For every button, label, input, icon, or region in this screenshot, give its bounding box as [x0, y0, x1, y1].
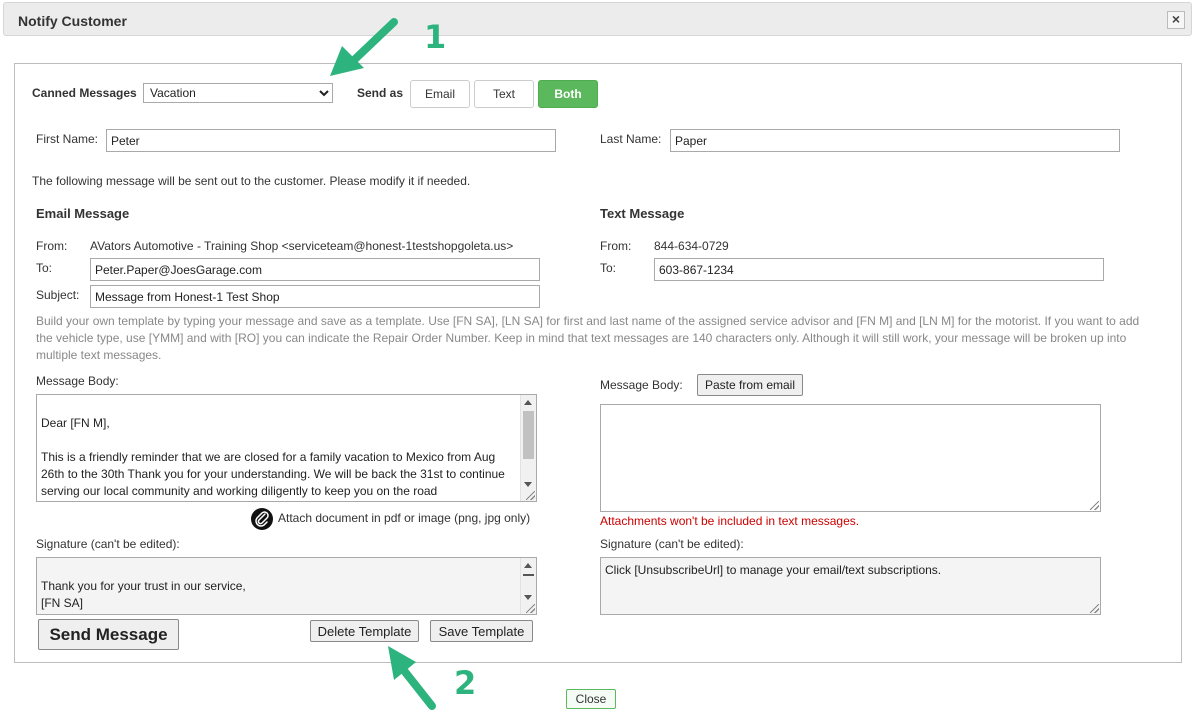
annotation-overlay: [330, 18, 436, 710]
arrow-1-icon: [330, 18, 398, 76]
arrow-2-icon: [388, 646, 436, 710]
annotation-marker-2: 2: [454, 664, 477, 702]
annotation-marker-1: 1: [424, 18, 447, 56]
